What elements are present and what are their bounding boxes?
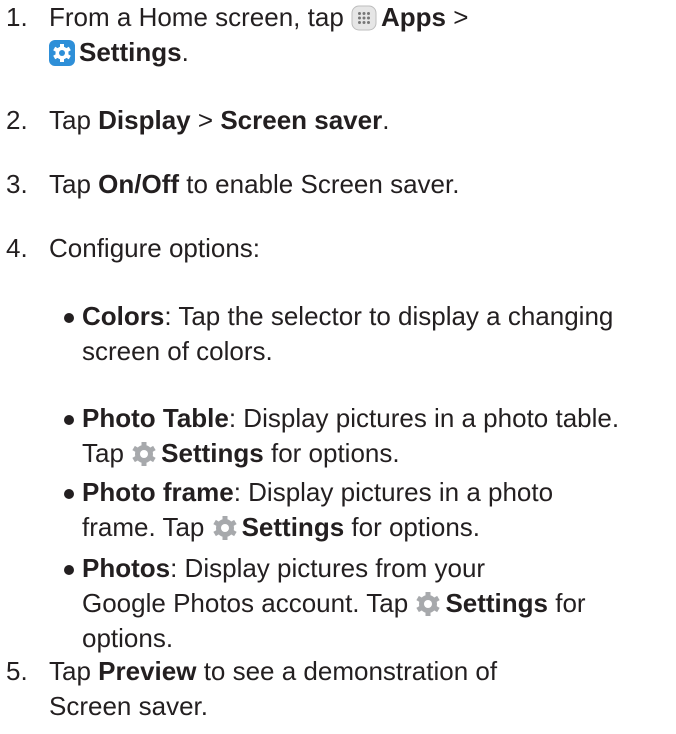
step-text-part: . [181,37,189,67]
option-desc: options. [82,623,174,653]
step-text: Tap On/Off to enable Screen saver. [49,167,669,202]
step-number: 2. [6,105,28,135]
apps-grid-icon [351,5,377,31]
step-text-part: to enable Screen saver. [186,169,460,199]
option-desc: frame. Tap [82,512,205,542]
option-desc: : Display pictures in a photo [233,477,554,507]
step-text-part: . [382,105,390,135]
step-number: 3. [6,169,28,199]
option-desc: for [555,588,586,618]
step-number: 4. [6,233,28,263]
settings-gear-icon [131,441,157,467]
option-desc: for options. [351,512,481,542]
preview-label: Preview [98,656,197,686]
bullet-dot [64,415,74,425]
option-name: Colors [82,301,165,331]
step-number: 5. [6,656,28,686]
option-desc: for options. [270,438,400,468]
step-text-part: Tap [49,105,91,135]
step-text: Tap Display > Screen saver. [49,103,669,138]
option-desc: Tap [82,438,124,468]
step-text-part: From a Home screen, tap [49,2,344,32]
option-desc: : Tap the selector to display a changing [164,301,614,331]
option-text: Colors: Tap the selector to display a ch… [82,299,676,369]
step-text-part: Screen saver. [49,691,208,721]
option-name: Photo frame [82,477,234,507]
option-text: Photo frame: Display pictures in a photo… [82,475,676,545]
step-text-part: > [453,2,469,32]
option-desc: Google Photos account. Tap [82,588,409,618]
step-text-part: Tap [49,169,91,199]
settings-gear-icon [415,591,441,617]
step-text: From a Home screen, tap Apps > Settings. [49,0,669,70]
screen-saver-label: Screen saver [220,105,383,135]
option-desc: screen of colors. [82,336,273,366]
option-name: Photo Table [82,403,229,433]
step-number: 1. [6,2,28,32]
step-text-part: to see a demonstration of [203,656,498,686]
settings-label: Settings [161,438,264,468]
settings-gear-icon [49,40,75,66]
display-label: Display [98,105,191,135]
settings-label: Settings [79,37,182,67]
step-text-part: > [197,105,214,135]
bullet-dot [64,565,74,575]
on-off-label: On/Off [98,169,180,199]
settings-label: Settings [241,512,345,542]
option-text: Photo Table: Display pictures in a photo… [82,401,676,471]
settings-label: Settings [445,588,549,618]
bullet-dot [64,313,74,323]
option-desc: : Display pictures from your [170,553,486,583]
apps-label: Apps [381,2,447,32]
settings-gear-icon [212,515,238,541]
step-text-part: Configure options: [49,233,261,263]
option-name: Photos [82,553,171,583]
step-text: Tap Preview to see a demonstration of Sc… [49,654,669,724]
step-text: Configure options: [49,231,669,266]
option-text: Photos: Display pictures from your Googl… [82,551,676,656]
bullet-dot [64,489,74,499]
option-desc: : Display pictures in a photo table. [228,403,620,433]
step-text-part: Tap [49,656,91,686]
